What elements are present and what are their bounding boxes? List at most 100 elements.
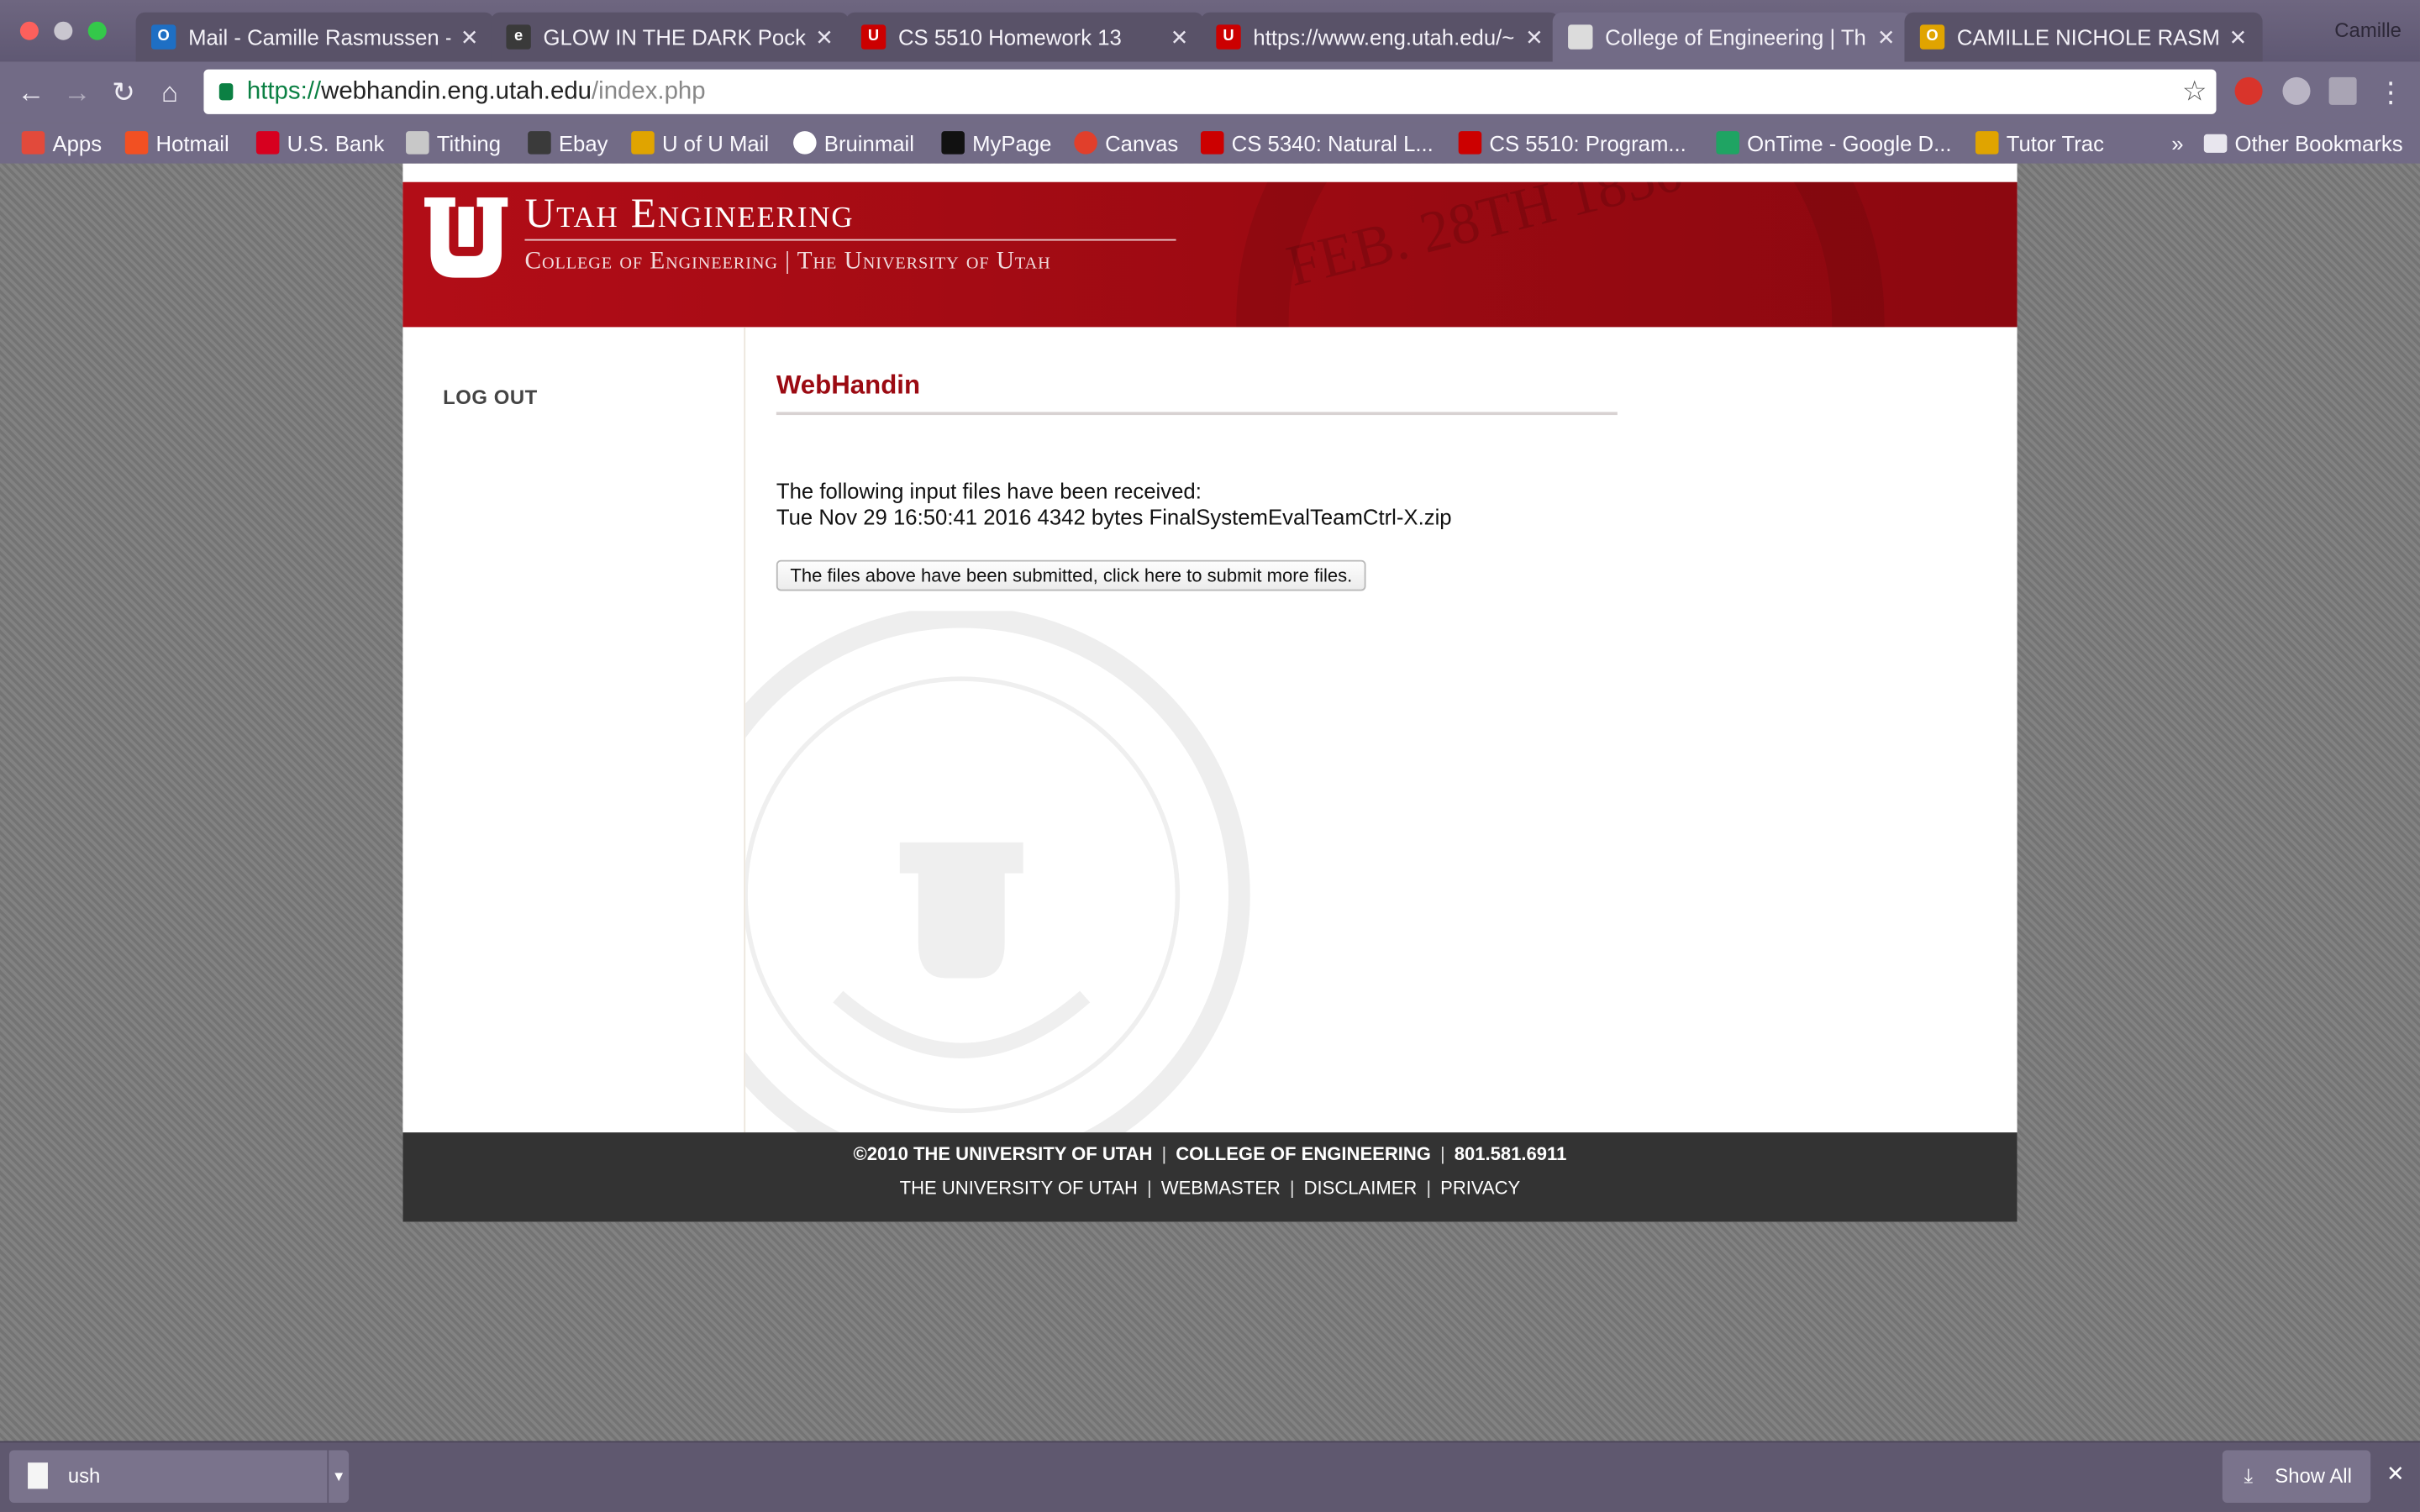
close-window-button[interactable] [19,21,39,40]
bookmark-label: Other Bookmarks [2234,131,2403,156]
bookmark-label: OnTime - Google D... [1747,131,1952,156]
google-icon [793,131,817,155]
browser-window: O Mail - Camille Rasmussen - ✕ e GLOW IN… [0,0,2420,1512]
bookmark-tithing[interactable]: Tithing [406,127,501,160]
ebay-icon [528,131,551,155]
show-all-downloads-button[interactable]: ⤓ Show All [2222,1450,2371,1503]
profile-button[interactable]: Camille [2334,18,2402,42]
forward-icon[interactable]: → [59,74,96,111]
page-title: WebHandin [776,370,921,400]
file-icon [28,1462,48,1489]
page-viewport: FEB. 28TH 1850 Utah Engineering College … [0,163,2420,1441]
outlook-icon: O [150,24,176,50]
extension-bubble-icon[interactable] [2282,76,2311,105]
footer-webmaster-link[interactable]: WEBMASTER [1161,1177,1281,1199]
google-drive-icon [1716,131,1739,155]
url-path: /index.php [592,78,706,105]
mypage-icon [941,131,965,155]
close-icon[interactable]: ✕ [1525,13,1544,62]
university-u-logo[interactable] [421,194,511,281]
logout-link[interactable]: LOG OUT [443,386,538,409]
page-container: FEB. 28TH 1850 Utah Engineering College … [402,163,2018,1222]
title-divider [776,412,1618,416]
file-line: Tue Nov 29 16:50:41 2016 4342 bytes Fina… [776,504,1452,529]
url-scheme: https:// [246,78,322,105]
tithing-icon [406,131,429,155]
bookmark-uofu-mail[interactable]: U of U Mail [631,127,769,160]
tab-college-of-engineering[interactable]: College of Engineering | Th ✕ [1552,12,1911,62]
tutortrac-icon [1975,131,1999,155]
tab-camille[interactable]: O CAMILLE NICHOLE RASMU ✕ [1904,12,2263,62]
tutortrac-icon: O [1919,24,1945,50]
brand-divider [524,239,1176,241]
main-content: WebHandin The following input files have… [745,327,2017,1133]
bookmark-label: U.S. Bank [287,131,385,156]
brand-title[interactable]: Utah Engineering [524,190,854,238]
footer-separator: | [1147,1177,1152,1200]
bookmark-label: Tithing [436,131,502,156]
bookmark-ontime[interactable]: OnTime - Google D... [1716,127,1952,160]
utah-u-icon: U [860,24,886,50]
lock-icon [218,83,234,101]
bookmark-label: Canvas [1105,131,1179,156]
close-icon[interactable]: ✕ [1171,13,1189,62]
tab-title: CS 5510 Homework 13 [897,24,1122,50]
footer-separator: | [1289,1177,1295,1200]
back-icon[interactable]: ← [13,74,50,111]
bookmark-tutor-trac[interactable]: Tutor Trac [1975,127,2104,160]
site-footer: ©2010 THE UNIVERSITY OF UTAH | COLLEGE OF … [402,1132,2018,1222]
address-bar[interactable]: https://webhandin.eng.utah.edu/index.php… [203,69,2217,114]
extension-adblock-icon[interactable] [2234,76,2263,105]
extension-grid-icon[interactable] [2328,76,2357,105]
close-icon[interactable]: ✕ [815,13,834,62]
apps-grid-icon [21,131,45,155]
bookmark-cs5510[interactable]: CS 5510: Program... [1458,127,1686,160]
zoom-window-button[interactable] [87,21,107,40]
ebay-icon: e [506,24,531,50]
tab-glow[interactable]: e GLOW IN THE DARK Pocket ✕ [491,12,850,62]
footer-row-links: THE UNIVERSITY OF UTAH | WEBMASTER | DISCLAI… [402,1177,2017,1199]
bookmark-ebay[interactable]: Ebay [528,127,608,160]
other-bookmarks[interactable]: Other Bookmarks [2203,127,2403,160]
footer-university-link[interactable]: THE UNIVERSITY OF UTAH [900,1177,1138,1199]
utah-u-icon: U [1216,24,1241,50]
bookmark-us-bank[interactable]: U.S. Bank [255,127,385,160]
reload-icon[interactable]: ↻ [105,74,142,111]
close-icon[interactable]: ✕ [460,13,479,62]
download-item[interactable]: ush ▼ [9,1450,350,1503]
close-icon[interactable]: ✕ [1877,13,1896,62]
bookmarks-overflow-button[interactable]: » [2141,127,2183,160]
home-icon[interactable]: ⌂ [151,74,188,111]
bookmark-mypage[interactable]: MyPage [941,127,1051,160]
bookmark-canvas[interactable]: Canvas [1074,127,1178,160]
download-shelf: ush ▼ ⤓ Show All ✕ [0,1441,2420,1512]
menu-icon[interactable]: ⋮ [2372,74,2409,111]
tab-mail[interactable]: O Mail - Camille Rasmussen - ✕ [135,12,494,62]
footer-separator: | [1426,1177,1432,1200]
footer-copyright: ©2010 THE UNIVERSITY OF UTAH [853,1142,1153,1165]
close-icon[interactable]: ✕ [2229,13,2248,62]
bookmark-label: Tutor Trac [2006,131,2104,156]
footer-separator: | [1439,1142,1445,1165]
toolbar: ← → ↻ ⌂ https://webhandin.eng.utah.edu/i… [0,61,2420,123]
close-icon[interactable]: ✕ [2386,1461,2405,1487]
footer-college-link[interactable]: COLLEGE OF ENGINEERING [1176,1143,1431,1165]
bookmark-hotmail[interactable]: Hotmail [124,127,229,160]
footer-phone: 801.581.6911 [1454,1142,1567,1165]
footer-privacy-link[interactable]: PRIVACY [1440,1177,1520,1199]
minimize-window-button[interactable] [54,21,73,40]
bookmark-apps[interactable]: Apps [21,127,103,160]
footer-row-primary: ©2010 THE UNIVERSITY OF UTAH | COLLEGE OF … [402,1143,2017,1165]
submit-more-files-button[interactable]: The files above have been submitted, cli… [776,559,1366,591]
tab-cs5510-homework[interactable]: U CS 5510 Homework 13 ✕ [845,12,1204,62]
brand-subtitle: College of Engineering | The University … [524,248,1051,275]
bookmark-label: Apps [52,131,103,156]
tab-title: CAMILLE NICHOLE RASMU [1956,24,2220,50]
chevron-down-icon[interactable]: ▼ [327,1450,349,1503]
bookmark-bruinmail[interactable]: Bruinmail [793,127,914,160]
tab-eng-utah[interactable]: U https://www.eng.utah.edu/~ ✕ [1200,12,1560,62]
bookmark-cs5340[interactable]: CS 5340: Natural L... [1200,127,1434,160]
bookmark-star-icon[interactable]: ☆ [2182,70,2207,114]
bookmarks-bar: Apps Hotmail U.S. Bank Tithing Ebay U of… [0,123,2420,164]
footer-disclaimer-link[interactable]: DISCLAIMER [1304,1177,1418,1199]
